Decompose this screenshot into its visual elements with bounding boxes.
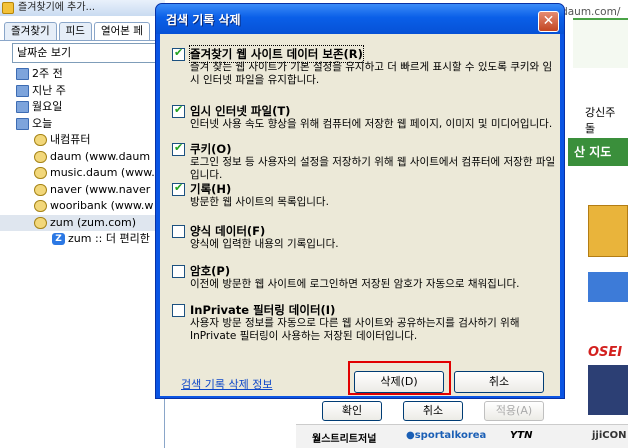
partner-ytn[interactable]: YTN (510, 430, 532, 441)
folder-icon (16, 84, 29, 97)
tree-item-naver[interactable]: naver (www.naver (0, 182, 165, 199)
tree-item-wooribank[interactable]: wooribank (www.w (0, 198, 165, 215)
folder-icon (16, 68, 29, 80)
checkbox[interactable] (172, 141, 185, 156)
partner-footer: 월스트리트저널 ●sportalkorea YTN jjiCON (296, 424, 628, 448)
option-title: 임시 인터넷 파일(T) (190, 104, 291, 118)
star-icon (2, 2, 14, 14)
tree-item-label: 오늘 (32, 116, 53, 130)
tree-item-monday[interactable]: 월요일 (0, 99, 165, 116)
tree-item-label: 2주 전 (32, 67, 63, 80)
partner-sportal[interactable]: ●sportalkorea (406, 430, 486, 441)
dialog-title: 검색 기록 삭제 (166, 13, 241, 27)
site-icon (34, 200, 47, 212)
option-description: 양식에 입력한 내용의 기록입니다. (190, 238, 339, 250)
option-title: InPrivate 필터링 데이터(I) (190, 303, 336, 317)
add-to-favorites-button[interactable]: 즐겨찾기에 추가... (0, 0, 165, 16)
site-icon (34, 216, 47, 229)
delete-history-dialog: 검색 기록 삭제 ✕ 즐겨찾기 웹 사이트 데이터 보존(R) 즐겨 찾는 웹 … (155, 3, 565, 399)
osen-logo[interactable]: OSEI (588, 345, 622, 360)
option-title: 기록(H) (190, 182, 232, 196)
map-button[interactable]: 산 지도 (568, 138, 628, 166)
tab-history[interactable]: 열어본 페 (93, 22, 150, 40)
zum-icon: Z (52, 233, 65, 245)
close-icon[interactable]: ✕ (538, 11, 559, 32)
tree-item-label: zum (zum.com) (50, 215, 136, 229)
option-description: 로그인 정보 등 사용자의 설정을 저장하기 위해 웹 사이트에서 컴퓨터에 저… (190, 156, 556, 181)
history-tree: 2주 전 지난 주 월요일 오늘 내컴퓨터 daum (www.daum mus… (0, 66, 165, 248)
dialog-titlebar[interactable]: 검색 기록 삭제 ✕ (156, 4, 564, 34)
option-description: 즐겨 찾는 웹 사이트가 기본 설정을 유지하고 더 빠르게 표시할 수 있도록… (190, 61, 553, 86)
pane-tabs: 즐겨찾기 피드 열어본 페 (4, 22, 150, 40)
tree-item-music-daum[interactable]: music.daum (www. (0, 165, 165, 182)
site-icon (34, 134, 47, 146)
news-link[interactable]: 강신주 돌 (585, 104, 628, 136)
checkbox[interactable] (172, 265, 185, 278)
checkbox[interactable] (172, 225, 185, 238)
partner-jjicon[interactable]: jjiCON (592, 430, 627, 441)
option-description: 인터넷 사용 속도 향상을 위해 컴퓨터에 저장한 웹 페이지, 이미지 및 미… (190, 118, 553, 130)
checkbox[interactable] (172, 46, 185, 61)
partner-wsj[interactable]: 월스트리트저널 (312, 430, 376, 445)
tree-item-zum[interactable]: zum (zum.com) (0, 214, 165, 231)
tree-item-2weeks[interactable]: 2주 전 (0, 66, 165, 83)
tree-item-label: 월요일 (32, 100, 63, 113)
add-to-favorites-label: 즐겨찾기에 추가... (18, 2, 96, 13)
view-mode-select[interactable]: 날짜순 보기 (12, 43, 162, 63)
tree-item-today[interactable]: 오늘 (0, 116, 165, 133)
option-title: 즐겨찾기 웹 사이트 데이터 보존(R) (189, 45, 364, 63)
thumbnail-image[interactable] (588, 205, 628, 257)
option-title: 암호(P) (190, 264, 231, 278)
checkbox[interactable] (172, 181, 185, 196)
tree-item-last-week[interactable]: 지난 주 (0, 83, 165, 100)
option-title: 양식 데이터(F) (190, 224, 266, 238)
tree-item-label: music.daum (www. (50, 166, 155, 179)
highlight-box (348, 361, 451, 395)
tree-item-label: 내컴퓨터 (50, 133, 91, 146)
about-delete-history-link[interactable]: 검색 기록 삭제 정보 (181, 376, 272, 392)
folder-icon (16, 101, 29, 113)
tree-item-mycomputer[interactable]: 내컴퓨터 (0, 132, 165, 149)
dialog-body: 즐겨찾기 웹 사이트 데이터 보존(R) 즐겨 찾는 웹 사이트가 기본 설정을… (160, 34, 560, 396)
sports-photo[interactable] (588, 365, 628, 415)
option-description: 이전에 방문한 웹 사이트에 로그인하면 저장된 암호가 자동으로 채워집니다. (190, 278, 520, 290)
tab-favorites[interactable]: 즐겨찾기 (4, 22, 57, 40)
folder-icon (16, 117, 29, 130)
tree-item-label: wooribank (www.w (50, 199, 154, 212)
tree-item-daum[interactable]: daum (www.daum (0, 149, 165, 166)
checkbox[interactable] (172, 103, 185, 118)
ok-button[interactable]: 확인 (322, 401, 382, 421)
favorites-center-pane: 즐겨찾기에 추가... 즐겨찾기 피드 열어본 페 날짜순 보기 2주 전 지난… (0, 0, 165, 448)
tab-feeds[interactable]: 피드 (58, 22, 92, 40)
thumbnail-image[interactable] (588, 272, 628, 302)
site-icon (34, 150, 47, 163)
parent-cancel-button[interactable]: 취소 (403, 401, 463, 421)
option-description: 사용자 방문 정보를 자동으로 다른 웹 사이트와 공유하는지를 검사하기 위해… (190, 317, 520, 342)
site-icon (34, 167, 47, 179)
tree-item-label: 지난 주 (32, 83, 66, 97)
cancel-button[interactable]: 취소 (454, 371, 544, 393)
apply-button[interactable]: 적용(A) (484, 401, 544, 421)
tree-item-label: daum (www.daum (50, 149, 151, 163)
option-title: 쿠키(O) (190, 142, 232, 156)
checkbox[interactable] (172, 304, 185, 317)
tree-item-zum-page[interactable]: Z zum :: 더 편리한 (0, 231, 165, 248)
site-icon (34, 183, 47, 196)
banner-ad (573, 18, 628, 68)
tab-divider (0, 40, 165, 41)
tree-item-label: naver (www.naver (50, 182, 151, 196)
option-description: 방문한 웹 사이트의 목록입니다. (190, 196, 329, 208)
tree-item-label: zum :: 더 편리한 (68, 232, 150, 245)
